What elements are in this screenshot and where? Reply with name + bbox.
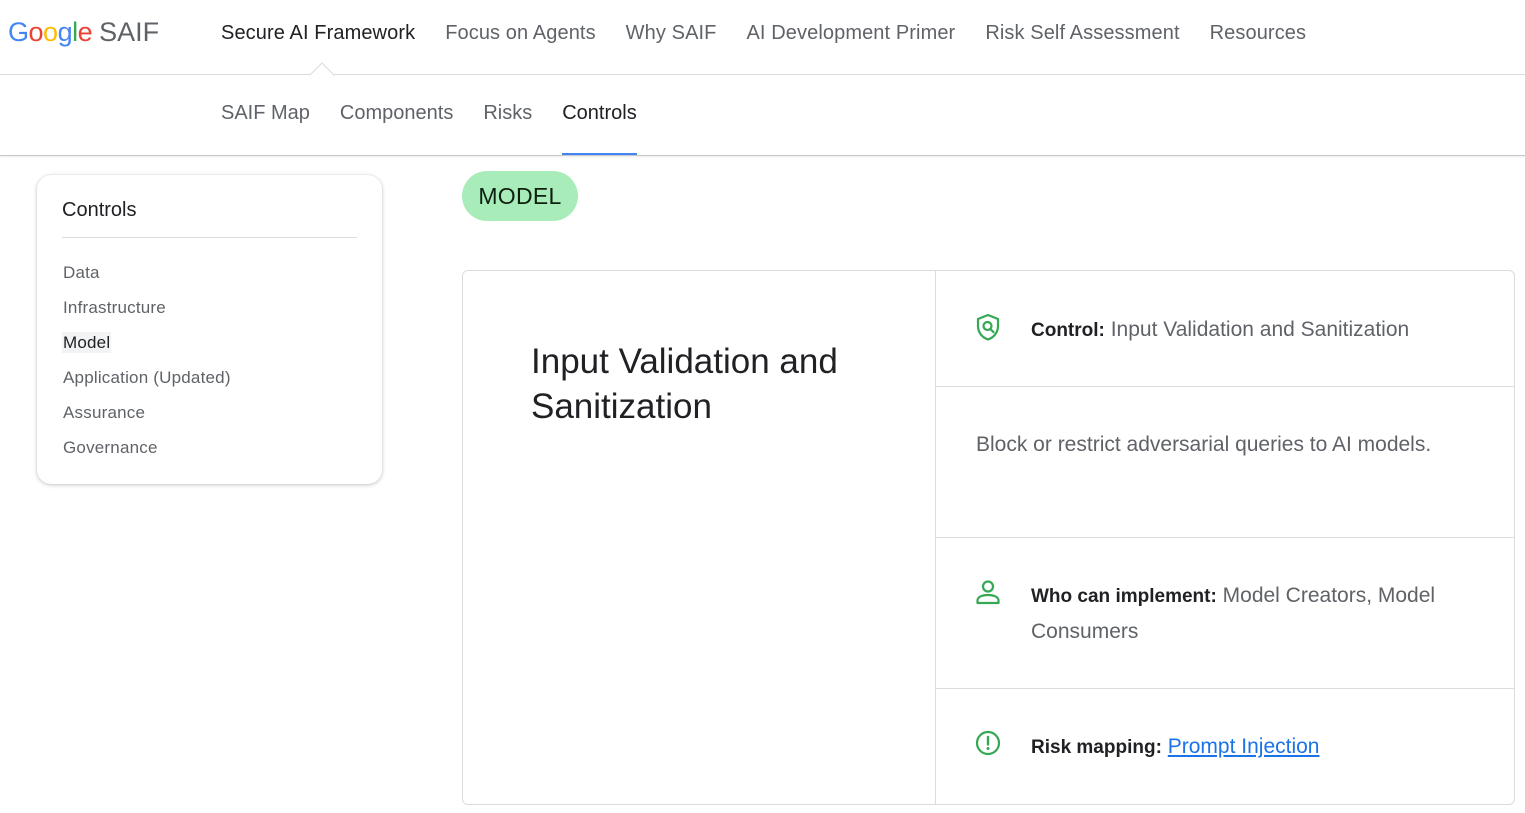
sidebar-item-application[interactable]: Application (Updated) [62, 368, 232, 403]
category-badge: MODEL [462, 171, 578, 221]
tab-risks[interactable]: Risks [483, 102, 532, 155]
implementers-text: Who can implement: Model Creators, Model… [1031, 578, 1481, 649]
control-title: Input Validation and Sanitization [531, 342, 838, 426]
sidebar-item-label: Application (Updated) [63, 368, 231, 387]
risk-link-prompt-injection[interactable]: Prompt Injection [1168, 735, 1320, 758]
sidebar-item-label: Assurance [63, 403, 146, 422]
control-text: Control: Input Validation and Sanitizati… [1031, 312, 1481, 348]
nav-why-saif[interactable]: Why SAIF [626, 22, 717, 45]
control-description: Block or restrict adversarial queries to… [976, 433, 1432, 456]
nav-focus-on-agents[interactable]: Focus on Agents [445, 22, 595, 45]
sidebar-item-infrastructure[interactable]: Infrastructure [62, 298, 232, 333]
sidebar-item-label: Model [62, 332, 112, 353]
alert-circle-icon [975, 730, 1001, 756]
sidebar-item-label: Governance [63, 438, 158, 457]
primary-nav: Secure AI Framework Focus on Agents Why … [221, 22, 1336, 45]
product-name: SAIF [99, 17, 160, 47]
sidebar-item-assurance[interactable]: Assurance [62, 403, 232, 438]
shield-search-icon [976, 313, 1000, 341]
description-row: Block or restrict adversarial queries to… [936, 387, 1514, 538]
tab-saif-map[interactable]: SAIF Map [221, 102, 310, 155]
card-details-panel: Control: Input Validation and Sanitizati… [936, 271, 1514, 804]
sidebar-item-model[interactable]: Model [62, 332, 232, 368]
nav-secure-ai-framework[interactable]: Secure AI Framework [221, 22, 415, 45]
google-saif-logo[interactable]: Google SAIF [8, 17, 159, 48]
sidebar-title: Controls [62, 199, 137, 221]
implementers-label: Who can implement: [1031, 586, 1217, 607]
tab-controls[interactable]: Controls [562, 102, 638, 155]
control-card: Input Validation and Sanitization Contro… [462, 270, 1515, 805]
nav-risk-self-assessment[interactable]: Risk Self Assessment [985, 22, 1179, 45]
nav-ai-development-primer[interactable]: AI Development Primer [746, 22, 955, 45]
sidebar-item-data[interactable]: Data [62, 263, 232, 298]
controls-sidebar: Controls Data Infrastructure Model Appli… [37, 175, 382, 484]
card-title-panel: Input Validation and Sanitization [463, 271, 936, 804]
control-row: Control: Input Validation and Sanitizati… [936, 271, 1514, 387]
secondary-navigation-bar: SAIF Map Components Risks Controls [0, 75, 1525, 156]
sidebar-item-label: Data [63, 263, 100, 282]
risk-mapping-text: Risk mapping: Prompt Injection [1031, 729, 1481, 765]
control-value: Input Validation and Sanitization [1110, 318, 1410, 341]
google-wordmark: Google [8, 17, 93, 47]
tab-components[interactable]: Components [340, 102, 453, 155]
risk-mapping-row: Risk mapping: Prompt Injection [936, 689, 1514, 804]
implementers-row: Who can implement: Model Creators, Model… [936, 538, 1514, 689]
control-label: Control: [1031, 320, 1105, 341]
risk-mapping-label: Risk mapping: [1031, 737, 1162, 758]
sidebar-list: Data Infrastructure Model Application (U… [62, 263, 232, 473]
sidebar-divider [62, 237, 357, 238]
top-navigation-bar: Google SAIF Secure AI Framework Focus on… [0, 0, 1525, 75]
secondary-nav: SAIF Map Components Risks Controls [221, 102, 667, 155]
sidebar-item-governance[interactable]: Governance [62, 438, 232, 473]
sidebar-item-label: Infrastructure [63, 298, 166, 317]
nav-resources[interactable]: Resources [1210, 22, 1307, 45]
person-icon [976, 580, 1000, 605]
